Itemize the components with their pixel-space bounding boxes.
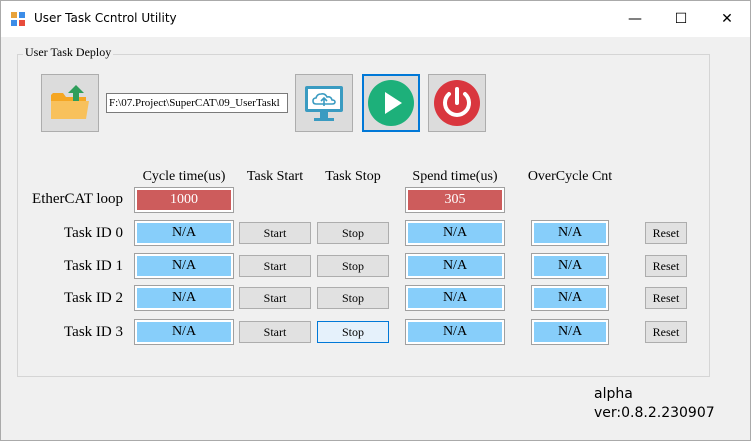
path-input[interactable] — [106, 93, 288, 113]
task-1-stop-button[interactable]: Stop — [317, 255, 389, 277]
stop-all-button[interactable] — [428, 74, 486, 132]
window-title: User Task Ccntrol Utility — [34, 11, 177, 25]
task-0-spend-time: N/A — [405, 220, 505, 246]
task-2-cycle-time: N/A — [134, 285, 234, 311]
task-1-cycle-time: N/A — [134, 253, 234, 279]
task-1-overcycle: N/A — [531, 253, 609, 279]
task-3-label: Task ID 3 — [64, 324, 123, 340]
task-2-reset-button[interactable]: Reset — [645, 287, 687, 309]
task-3-reset-button[interactable]: Reset — [645, 321, 687, 343]
task-0-overcycle: N/A — [531, 220, 609, 246]
header-overcycle-cnt: OverCycle Cnt — [527, 169, 613, 184]
task-0-label: Task ID 0 — [64, 225, 123, 241]
task-2-label: Task ID 2 — [64, 290, 123, 306]
task-3-spend-time: N/A — [405, 319, 505, 345]
ethercat-cycle-time: 1000 — [134, 187, 234, 213]
task-2-stop-button[interactable]: Stop — [317, 287, 389, 309]
task-1-start-button[interactable]: Start — [239, 255, 311, 277]
task-3-stop-button[interactable]: Stop — [317, 321, 389, 343]
deploy-button[interactable] — [295, 74, 353, 132]
header-cycle-time: Cycle time(us) — [142, 169, 226, 184]
monitor-cloud-upload-icon — [305, 86, 343, 121]
task-3-start-button[interactable]: Start — [239, 321, 311, 343]
play-icon — [368, 80, 414, 126]
power-icon — [434, 80, 480, 126]
task-3-cycle-time: N/A — [134, 319, 234, 345]
minimize-icon: — — [628, 11, 642, 27]
ethercat-spend-time: 305 — [405, 187, 505, 213]
task-1-label: Task ID 1 — [64, 258, 123, 274]
header-task-start: Task Start — [246, 169, 304, 184]
task-0-cycle-time: N/A — [134, 220, 234, 246]
title-bar[interactable]: User Task Ccntrol Utility — ☐ ✕ — [1, 1, 750, 37]
maximize-icon: ☐ — [674, 11, 688, 27]
task-3-overcycle: N/A — [531, 319, 609, 345]
task-0-start-button[interactable]: Start — [239, 222, 311, 244]
task-0-reset-button[interactable]: Reset — [645, 222, 687, 244]
maximize-button[interactable]: ☐ — [658, 1, 704, 37]
close-button[interactable]: ✕ — [704, 1, 750, 37]
open-folder-button[interactable] — [41, 74, 99, 132]
build-label: alpha — [594, 386, 633, 402]
ethercat-loop-label: EtherCAT loop — [32, 191, 123, 207]
group-label: User Task Deploy — [23, 45, 114, 60]
minimize-button[interactable]: — — [612, 1, 658, 37]
task-1-reset-button[interactable]: Reset — [645, 255, 687, 277]
main-window: User Task Ccntrol Utility — ☐ ✕ User Tas… — [0, 0, 751, 441]
close-icon: ✕ — [721, 11, 733, 27]
header-task-stop: Task Stop — [325, 169, 381, 184]
start-all-button[interactable] — [362, 74, 420, 132]
task-2-spend-time: N/A — [405, 285, 505, 311]
task-0-stop-button[interactable]: Stop — [317, 222, 389, 244]
app-icon — [11, 12, 25, 26]
version-label: ver:0.8.2.230907 — [594, 405, 715, 421]
task-2-start-button[interactable]: Start — [239, 287, 311, 309]
folder-upload-icon — [51, 85, 89, 119]
header-spend-time: Spend time(us) — [412, 169, 498, 184]
task-1-spend-time: N/A — [405, 253, 505, 279]
task-2-overcycle: N/A — [531, 285, 609, 311]
